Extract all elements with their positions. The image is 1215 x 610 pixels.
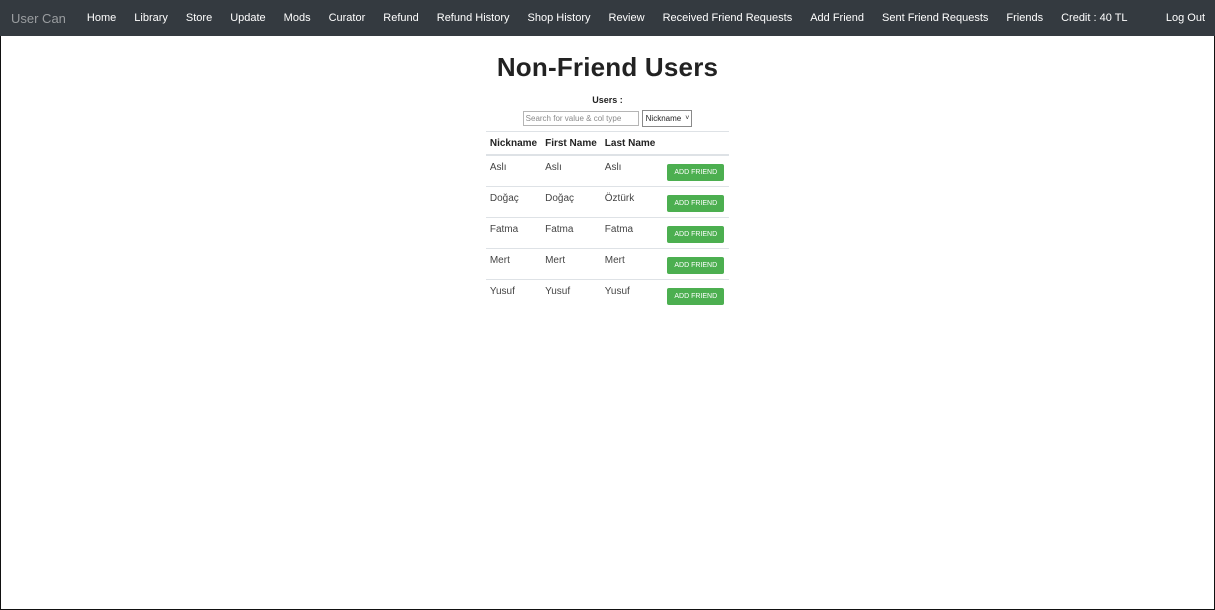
nav-link-library[interactable]: Library bbox=[134, 12, 168, 24]
add-friend-button[interactable]: ADD FRIEND bbox=[667, 257, 725, 274]
nav-link-review[interactable]: Review bbox=[609, 12, 645, 24]
header-last-name: Last Name bbox=[600, 131, 660, 156]
users-table: Nickname First Name Last Name Aslı Aslı … bbox=[485, 131, 730, 310]
nav-link-shop-history[interactable]: Shop History bbox=[528, 12, 591, 24]
search-input[interactable] bbox=[522, 111, 639, 126]
cell-first-name: Doğaç bbox=[541, 186, 601, 218]
table-row: Mert Mert Mert ADD FRIEND bbox=[485, 248, 730, 280]
cell-last-name: Aslı bbox=[600, 154, 660, 187]
nav-link-friends[interactable]: Friends bbox=[1006, 12, 1043, 24]
cell-action: ADD FRIEND bbox=[659, 154, 730, 187]
table-row: Yusuf Yusuf Yusuf ADD FRIEND bbox=[485, 279, 730, 310]
cell-last-name: Mert bbox=[600, 248, 660, 280]
cell-action: ADD FRIEND bbox=[659, 248, 730, 280]
cell-last-name: Yusuf bbox=[600, 279, 660, 310]
table-row: Doğaç Doğaç Öztürk ADD FRIEND bbox=[485, 186, 730, 218]
cell-nickname: Doğaç bbox=[485, 186, 542, 218]
table-header-row: Nickname First Name Last Name bbox=[485, 131, 730, 156]
nav-link-curator[interactable]: Curator bbox=[329, 12, 366, 24]
cell-nickname: Fatma bbox=[485, 217, 542, 249]
cell-nickname: Yusuf bbox=[485, 279, 542, 310]
navbar-brand[interactable]: User Can bbox=[11, 11, 66, 26]
header-action bbox=[659, 131, 730, 156]
nav-credit[interactable]: Credit : 40 TL bbox=[1061, 12, 1127, 24]
nav-link-refund[interactable]: Refund bbox=[383, 12, 418, 24]
chevron-down-icon: ˅ bbox=[685, 115, 690, 122]
add-friend-button[interactable]: ADD FRIEND bbox=[667, 288, 725, 305]
add-friend-button[interactable]: ADD FRIEND bbox=[667, 226, 725, 243]
header-first-name: First Name bbox=[541, 131, 601, 156]
main-content: Non-Friend Users Users : Nickname ˅ Nick… bbox=[0, 36, 1215, 310]
nav-link-sent-friend-requests[interactable]: Sent Friend Requests bbox=[882, 12, 988, 24]
column-select-value: Nickname bbox=[645, 114, 682, 123]
nav-link-home[interactable]: Home bbox=[87, 12, 116, 24]
cell-first-name: Aslı bbox=[541, 154, 601, 187]
page-title: Non-Friend Users bbox=[496, 52, 719, 82]
search-row: Nickname ˅ bbox=[0, 110, 1215, 127]
nav-link-mods[interactable]: Mods bbox=[284, 12, 311, 24]
logout-link[interactable]: Log Out bbox=[1166, 12, 1205, 24]
add-friend-button[interactable]: ADD FRIEND bbox=[667, 164, 725, 181]
cell-action: ADD FRIEND bbox=[659, 186, 730, 218]
nav-link-update[interactable]: Update bbox=[230, 12, 265, 24]
cell-nickname: Mert bbox=[485, 248, 542, 280]
header-nickname: Nickname bbox=[485, 131, 542, 156]
top-navbar: User Can Home Library Store Update Mods … bbox=[0, 0, 1215, 36]
cell-last-name: Öztürk bbox=[600, 186, 660, 218]
nav-link-received-friend-requests[interactable]: Received Friend Requests bbox=[663, 12, 793, 24]
table-row: Aslı Aslı Aslı ADD FRIEND bbox=[485, 154, 730, 187]
add-friend-button[interactable]: ADD FRIEND bbox=[667, 195, 725, 212]
users-label: Users : bbox=[592, 95, 623, 105]
cell-last-name: Fatma bbox=[600, 217, 660, 249]
cell-action: ADD FRIEND bbox=[659, 279, 730, 310]
cell-first-name: Mert bbox=[541, 248, 601, 280]
nav-link-add-friend[interactable]: Add Friend bbox=[810, 12, 864, 24]
table-row: Fatma Fatma Fatma ADD FRIEND bbox=[485, 217, 730, 249]
nav-link-store[interactable]: Store bbox=[186, 12, 212, 24]
cell-first-name: Yusuf bbox=[541, 279, 601, 310]
cell-action: ADD FRIEND bbox=[659, 217, 730, 249]
cell-first-name: Fatma bbox=[541, 217, 601, 249]
cell-nickname: Aslı bbox=[485, 154, 542, 187]
nav-link-refund-history[interactable]: Refund History bbox=[437, 12, 510, 24]
column-select[interactable]: Nickname ˅ bbox=[641, 110, 693, 127]
